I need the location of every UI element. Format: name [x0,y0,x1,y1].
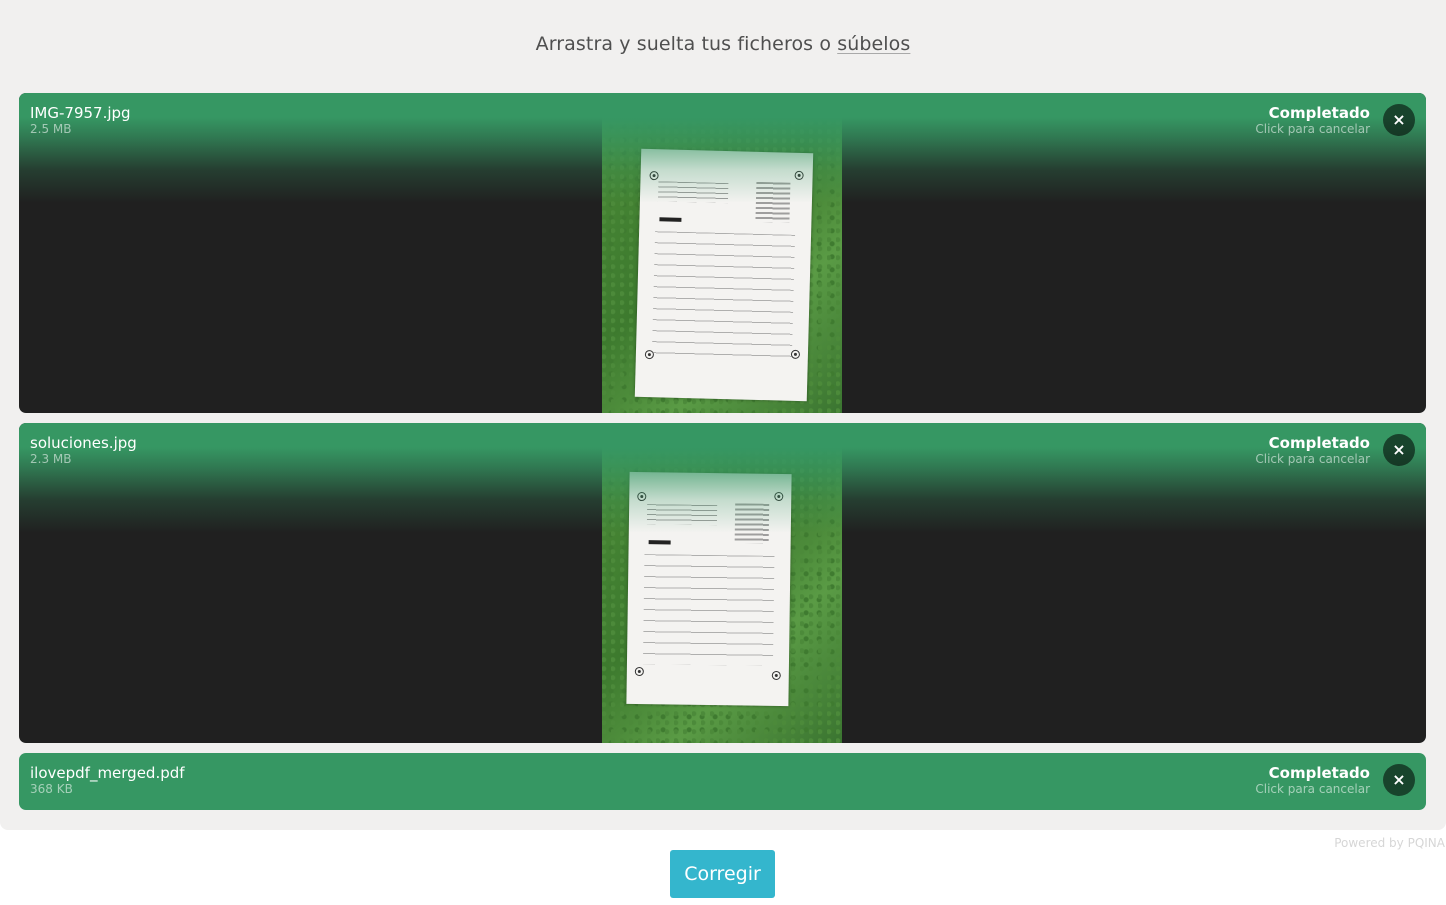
file-size: 368 KB [30,782,73,796]
file-size: 2.3 MB [30,452,72,466]
close-icon[interactable]: × [1383,434,1415,466]
file-item: IMG-7957.jpg 2.5 MB Completado Click par… [19,93,1426,413]
powered-by-link[interactable]: Powered by PQINA [1334,836,1445,850]
status-overlay [19,423,1426,533]
corregir-button[interactable]: Corregir [670,850,775,898]
file-size: 2.5 MB [30,122,72,136]
status-hint: Click para cancelar [1255,452,1370,466]
file-item: soluciones.jpg 2.3 MB Completado Click p… [19,423,1426,743]
file-info: ilovepdf_merged.pdf 368 KB [30,764,185,796]
file-name: soluciones.jpg [30,434,137,452]
close-icon[interactable]: × [1383,104,1415,136]
file-status[interactable]: Completado Click para cancelar [1255,764,1370,796]
browse-link[interactable]: súbelos [837,33,910,55]
file-name: ilovepdf_merged.pdf [30,764,185,782]
file-info: IMG-7957.jpg 2.5 MB [30,104,131,136]
drop-label: Arrastra y suelta tus ficheros o súbelos [0,33,1446,55]
file-drop-area[interactable]: Arrastra y suelta tus ficheros o súbelos… [0,0,1446,830]
file-status[interactable]: Completado Click para cancelar [1255,434,1370,466]
drop-label-text: Arrastra y suelta tus ficheros o [535,33,838,55]
file-status[interactable]: Completado Click para cancelar [1255,104,1370,136]
file-info: soluciones.jpg 2.3 MB [30,434,137,466]
close-icon[interactable]: × [1383,764,1415,796]
status-label: Completado [1268,764,1370,782]
status-label: Completado [1268,104,1370,122]
status-overlay [19,93,1426,203]
status-hint: Click para cancelar [1255,782,1370,796]
file-item: ilovepdf_merged.pdf 368 KB Completado Cl… [19,753,1426,810]
status-label: Completado [1268,434,1370,452]
status-hint: Click para cancelar [1255,122,1370,136]
file-name: IMG-7957.jpg [30,104,131,122]
